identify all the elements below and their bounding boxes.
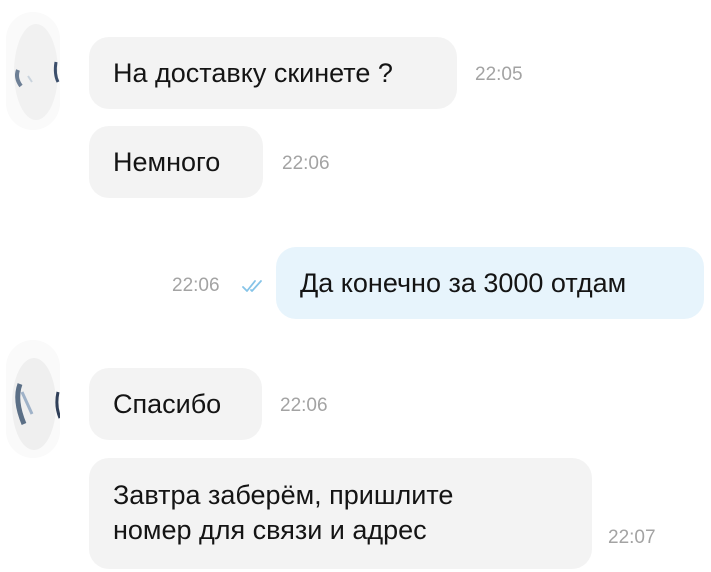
message-bubble[interactable]: Спасибо xyxy=(89,368,262,440)
message-bubble[interactable]: Да конечно за 3000 отдам xyxy=(276,247,704,319)
avatar-image xyxy=(6,12,60,130)
avatar-image xyxy=(6,340,60,458)
message-timestamp: 22:07 xyxy=(608,527,656,548)
message-text: Спасибо xyxy=(113,389,222,419)
double-check-icon xyxy=(242,280,262,292)
message-text: Немного xyxy=(113,147,221,177)
message-text: На доставку скинете ? xyxy=(113,58,393,88)
contact-avatar[interactable] xyxy=(6,340,60,458)
message-text-line: Завтра заберём, пришлите xyxy=(113,480,454,510)
message-bubble[interactable]: На доставку скинете ? xyxy=(89,37,457,109)
message-timestamp: 22:06 xyxy=(282,153,330,174)
message-bubble[interactable]: Немного xyxy=(89,126,263,198)
message-timestamp: 22:05 xyxy=(475,64,523,85)
message-timestamp: 22:06 xyxy=(172,275,220,296)
message-bubble[interactable]: Завтра заберём, пришлите номер для связи… xyxy=(89,458,592,569)
message-text-line: номер для связи и адрес xyxy=(113,515,427,545)
message-text: Да конечно за 3000 отдам xyxy=(300,268,627,298)
contact-avatar[interactable] xyxy=(6,12,60,130)
message-timestamp: 22:06 xyxy=(280,395,328,416)
